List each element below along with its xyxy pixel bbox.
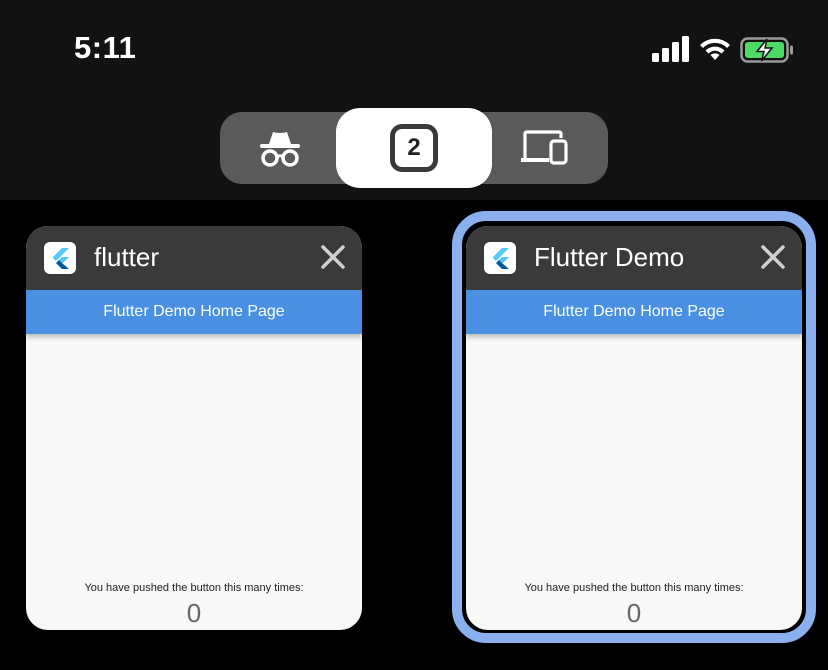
close-tab-icon[interactable] xyxy=(756,240,790,274)
counter-message: You have pushed the button this many tim… xyxy=(524,582,744,594)
status-time: 5:11 xyxy=(74,30,137,65)
devices-icon xyxy=(521,130,568,165)
page-app-bar: Flutter Demo Home Page xyxy=(466,290,802,334)
page-app-bar: Flutter Demo Home Page xyxy=(26,290,362,334)
tab-card-header: Flutter Demo xyxy=(466,226,802,290)
counter-message: You have pushed the button this many tim… xyxy=(84,582,304,594)
devices-button[interactable] xyxy=(484,112,604,184)
flutter-favicon-icon xyxy=(484,242,516,274)
tab-card[interactable]: flutter Flutter Demo Home Page You have … xyxy=(26,226,362,630)
incognito-tabs-button[interactable] xyxy=(220,112,340,184)
counter-value: 0 xyxy=(626,598,642,628)
tab-mode-switcher: 2 xyxy=(220,108,608,188)
normal-tabs-button[interactable]: 2 xyxy=(336,108,492,188)
close-tab-icon[interactable] xyxy=(316,240,350,274)
wifi-icon xyxy=(700,38,730,60)
counter-value: 0 xyxy=(186,598,202,628)
tab-title: flutter xyxy=(94,242,160,272)
flutter-favicon-icon xyxy=(44,242,76,274)
battery-charging-icon xyxy=(740,37,793,63)
tab-card-header: flutter xyxy=(26,226,362,290)
incognito-icon xyxy=(260,132,300,167)
cellular-signal-icon xyxy=(652,36,689,62)
tab-title: Flutter Demo xyxy=(534,242,685,272)
tab-count-badge: 2 xyxy=(390,124,438,172)
tab-card-selected[interactable]: Flutter Demo Flutter Demo Home Page You … xyxy=(466,226,802,630)
